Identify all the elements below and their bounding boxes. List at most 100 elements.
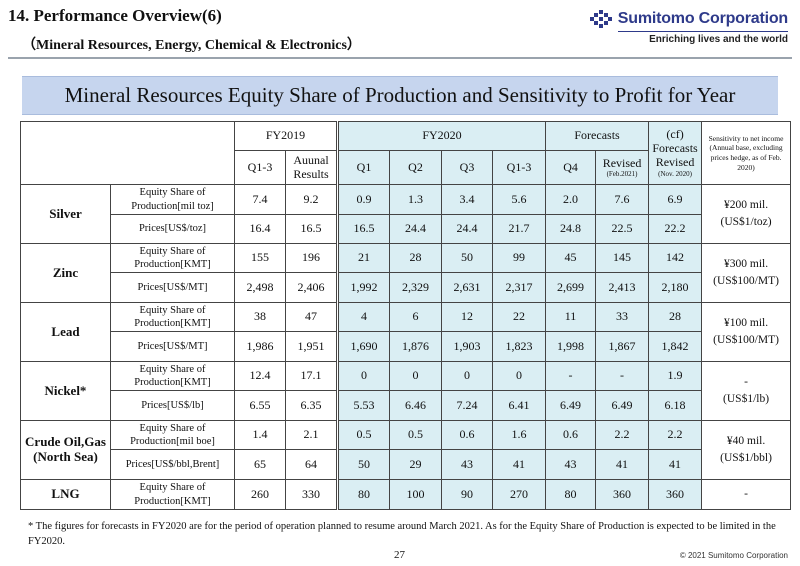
value-cell: 6.46 [389,390,442,421]
value-cell: 196 [285,243,338,273]
value-cell: - [595,361,650,391]
value-cell: 99 [491,243,547,273]
header-sensitivity: Sensitivity to net income (Annual base, … [701,121,792,185]
production-table: FY2019 FY2020 Forecasts (cf) Forecasts R… [20,121,792,510]
value-cell: 1,992 [336,272,390,303]
header-revised-note: (Feb.2021) [606,170,638,179]
value-cell: 12 [441,302,493,332]
logo-tagline: Enriching lives and the world [649,34,788,45]
value-cell: 28 [648,302,703,332]
crude-name-line1: Crude Oil,Gas [25,434,106,450]
header-revised-label: Revised [602,155,642,170]
header-fy19-annual: Auunal Results [285,150,338,185]
row-label: Equity Share of Production[mil boe] [110,420,235,450]
value-cell: 80 [336,479,390,510]
value-cell: 360 [648,479,703,510]
value-cell: 12.4 [234,361,286,391]
logo-rule [618,31,788,32]
header-cf-forecasts: Forecasts [652,141,698,156]
metal-name-lng: LNG [20,479,111,510]
logo-mark-icon [589,10,612,28]
value-cell: 22 [491,302,547,332]
sensitivity-value: ¥300 mil. [724,257,769,270]
value-cell: 1,998 [545,331,597,362]
value-cell: 260 [234,479,286,510]
value-cell: 2.0 [545,184,597,215]
row-label: Prices[US$/bbl,Brent] [110,449,235,480]
value-cell: 0 [389,361,442,391]
value-cell: 1,823 [491,331,547,362]
value-cell: 100 [389,479,442,510]
value-cell: 24.4 [441,214,493,244]
value-cell: 22.2 [648,214,703,244]
value-cell: 1.9 [648,361,703,391]
header-cf-label: (cf) [666,127,684,142]
value-cell: 1.3 [389,184,442,215]
sensitivity-zinc: ¥300 mil. (US$100/MT) [701,243,792,303]
value-cell: 6.55 [234,390,286,421]
value-cell: 9.2 [285,184,338,215]
header-cf-revised: Revised [655,154,695,169]
value-cell: 0.5 [389,420,442,450]
value-cell: 24.4 [389,214,442,244]
value-cell: 2,180 [648,272,703,303]
value-cell: 80 [545,479,597,510]
header-divider [8,57,792,59]
header-cf: (cf) Forecasts Revised (Nov. 2020) [648,121,703,185]
value-cell: 0.6 [545,420,597,450]
value-cell: 6.49 [595,390,650,421]
value-cell: 2,406 [285,272,338,303]
value-cell: 7.24 [441,390,493,421]
sensitivity-basis: (US$1/toz) [720,216,772,228]
value-cell: 43 [441,449,493,480]
value-cell: 50 [441,243,493,273]
sensitivity-basis: (US$1/bbl) [720,452,772,464]
value-cell: 41 [648,449,703,480]
value-cell: 5.53 [336,390,390,421]
value-cell: 16.5 [285,214,338,244]
section-banner: Mineral Resources Equity Share of Produc… [22,76,778,115]
value-cell: 2.2 [648,420,703,450]
metal-name-nickel: Nickel* [20,361,111,421]
value-cell: 7.6 [595,184,650,215]
value-cell: 65 [234,449,286,480]
value-cell: 1,951 [285,331,338,362]
value-cell: 330 [285,479,338,510]
sensitivity-crude: ¥40 mil. (US$1/bbl) [701,420,792,480]
sensitivity-basis: (US$100/MT) [713,334,779,346]
header-cf-note: (Nov. 2020) [658,169,692,178]
value-cell: 11 [545,302,597,332]
header-revised: Revised (Feb.2021) [595,150,650,185]
sensitivity-lng: - [701,479,792,510]
header-q3: Q3 [441,150,493,185]
page-subtitle: （Mineral Resources, Energy, Chemical & E… [22,38,361,53]
company-logo: Sumitomo Corporation Enriching lives and… [589,10,788,45]
value-cell: 2,498 [234,272,286,303]
value-cell: 1,903 [441,331,493,362]
value-cell: 4 [336,302,390,332]
sensitivity-basis: (US$100/MT) [713,275,779,287]
row-label: Prices[US$/toz] [110,214,235,244]
copyright: © 2021 Sumitomo Corporation [679,551,788,560]
value-cell: 38 [234,302,286,332]
value-cell: 1.4 [234,420,286,450]
header-q2: Q2 [389,150,442,185]
row-label: Equity Share of Production[KMT] [110,243,235,273]
row-label: Equity Share of Production[KMT] [110,361,235,391]
page-title: 14. Performance Overview(6) [8,6,222,25]
value-cell: 47 [285,302,338,332]
value-cell: 1,986 [234,331,286,362]
value-cell: 2.1 [285,420,338,450]
value-cell: 0.9 [336,184,390,215]
value-cell: 1,690 [336,331,390,362]
row-label: Equity Share of Production[KMT] [110,479,235,510]
value-cell: 2,699 [545,272,597,303]
value-cell: 6.18 [648,390,703,421]
value-cell: 3.4 [441,184,493,215]
value-cell: 6.35 [285,390,338,421]
footnote: * The figures for forecasts in FY2020 ar… [28,521,776,548]
value-cell: 22.5 [595,214,650,244]
crude-name-line2: (North Sea) [33,449,98,464]
value-cell: 360 [595,479,650,510]
value-cell: 0.6 [441,420,493,450]
